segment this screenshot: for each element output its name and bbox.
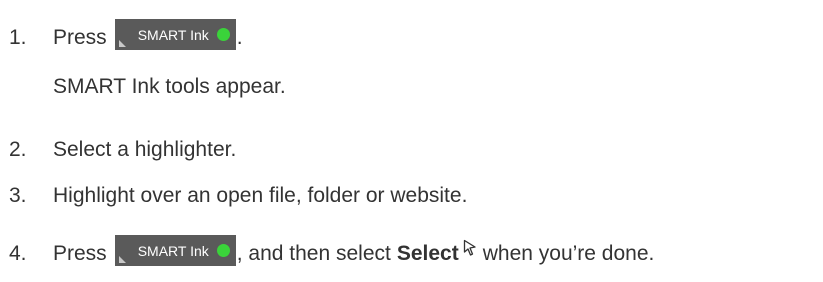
step-text: Highlight over an open file, folder or w… xyxy=(53,184,468,207)
step-text-middle: , and then select xyxy=(236,241,391,265)
step-3: 3. Highlight over an open file, folder o… xyxy=(9,184,467,208)
select-arrow-icon xyxy=(463,239,476,256)
step-text-end: when you’re done. xyxy=(482,241,655,265)
step-number: 2. xyxy=(9,138,27,161)
corner-triangle-icon xyxy=(118,40,126,47)
step-4: 4. Press SMART Ink , and then select Sel… xyxy=(9,235,655,269)
step-2: 2. Select a highlighter. xyxy=(9,138,236,162)
step-number: 1. xyxy=(9,25,27,49)
green-dot-icon xyxy=(216,244,230,257)
green-dot-icon xyxy=(216,28,230,41)
smart-ink-button[interactable]: SMART Ink xyxy=(114,235,236,266)
step-text: Press xyxy=(53,25,107,49)
step-text: Press xyxy=(53,241,107,265)
step-text-end: . xyxy=(236,25,243,49)
smart-ink-button-label: SMART Ink xyxy=(137,242,209,259)
step-1: 1. Press SMART Ink . xyxy=(9,19,243,53)
smart-ink-button-label: SMART Ink xyxy=(137,26,209,43)
corner-triangle-icon xyxy=(118,256,126,263)
step-1-result: SMART Ink tools appear. xyxy=(53,75,286,98)
step-text: Select a highlighter. xyxy=(53,138,237,161)
step-number: 4. xyxy=(9,241,27,265)
step-number: 3. xyxy=(9,184,27,207)
smart-ink-button[interactable]: SMART Ink xyxy=(114,19,236,50)
select-command-label: Select xyxy=(396,241,459,265)
